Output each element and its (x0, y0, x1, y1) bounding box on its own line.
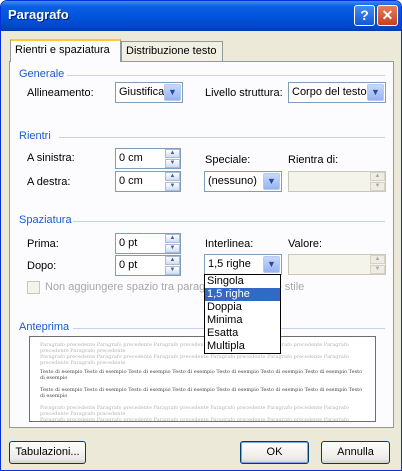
preview-previous-line: Paragrafo precedente Paragrafo precedent… (40, 354, 349, 366)
line-at-input[interactable]: ▲ ▼ (288, 254, 386, 275)
space-before-label: Prima: (27, 238, 59, 250)
section-indents-title: Rientri (19, 130, 51, 142)
section-divider (59, 137, 385, 138)
alignment-label: Allineamento: (27, 87, 94, 99)
spin-down-icon[interactable]: ▼ (370, 265, 385, 274)
space-before-spinner[interactable]: ▲ ▼ (165, 234, 180, 253)
line-at-spinner[interactable]: ▲ ▼ (370, 255, 385, 274)
line-spacing-options: Singola 1,5 righe Doppia Minima Esatta M… (204, 274, 281, 354)
line-spacing-select[interactable]: 1,5 righe ▼ (204, 254, 282, 275)
close-button[interactable]: ✕ (377, 5, 398, 26)
left-indent-label: A sinistra: (27, 152, 75, 164)
tabs-button[interactable]: Tabulazioni... (9, 441, 86, 464)
option-doppia[interactable]: Doppia (205, 301, 280, 314)
indent-by-input[interactable]: ▲ ▼ (288, 171, 386, 192)
right-indent-value: 0 cm (119, 175, 143, 187)
section-general-title: Generale (19, 68, 65, 80)
option-1-5-righe[interactable]: 1,5 righe (205, 288, 280, 301)
spin-up-icon[interactable]: ▲ (165, 256, 180, 265)
chevron-down-icon[interactable]: ▼ (263, 173, 280, 190)
line-spacing-value: 1,5 righe (208, 258, 251, 270)
paragraph-dialog: Paragrafo ? ✕ Rientri e spaziatura Distr… (0, 0, 402, 471)
spin-down-icon[interactable]: ▼ (165, 159, 180, 168)
outline-level-label: Livello struttura: (205, 87, 283, 99)
option-singola[interactable]: Singola (205, 275, 280, 288)
space-after-value: 0 pt (119, 259, 138, 271)
spin-up-icon[interactable]: ▲ (370, 172, 385, 181)
help-button[interactable]: ? (354, 5, 375, 26)
spin-up-icon[interactable]: ▲ (370, 255, 385, 264)
right-indent-label: A destra: (27, 176, 71, 188)
no-space-checkbox[interactable] (27, 281, 40, 294)
special-select[interactable]: (nessuno) ▼ (204, 171, 282, 192)
spin-down-icon[interactable]: ▼ (165, 244, 180, 253)
preview-following-line: Paragrafo precedente Paragrafo precedent… (40, 417, 349, 422)
spin-down-icon[interactable]: ▼ (165, 182, 180, 191)
chevron-down-icon[interactable]: ▼ (263, 256, 280, 273)
line-at-label: Valore: (288, 238, 323, 250)
preview-box: Paragrafo precedente Paragrafo precedent… (29, 336, 376, 422)
line-spacing-label: Interlinea: (205, 238, 254, 250)
tab-line-page-breaks[interactable]: Distribuzione testo (121, 41, 223, 62)
special-value: (nessuno) (208, 175, 257, 187)
section-divider (73, 221, 385, 222)
section-divider (67, 75, 385, 76)
alignment-select[interactable]: Giustificato ▼ (115, 82, 183, 103)
left-indent-input[interactable]: 0 cm ▲ ▼ (115, 148, 181, 169)
space-after-spinner[interactable]: ▲ ▼ (165, 256, 180, 275)
ok-button[interactable]: OK (240, 441, 309, 464)
preview-sample-line: Testo di esempio Testo di esempio Testo … (40, 369, 363, 381)
dialog-title: Paragrafo (8, 7, 69, 22)
tab-indents-spacing[interactable]: Rientri e spaziatura (10, 39, 121, 62)
chevron-down-icon[interactable]: ▼ (164, 84, 181, 101)
space-after-label: Dopo: (27, 260, 57, 272)
section-preview-title: Anteprima (19, 321, 70, 333)
chevron-down-icon[interactable]: ▼ (367, 84, 384, 101)
preview-previous-line: Paragrafo precedente Paragrafo precedent… (40, 342, 349, 354)
option-esatta[interactable]: Esatta (205, 327, 280, 340)
space-before-input[interactable]: 0 pt ▲ ▼ (115, 233, 181, 254)
spin-up-icon[interactable]: ▲ (165, 172, 180, 181)
space-before-value: 0 pt (119, 237, 138, 249)
title-bar[interactable]: Paragrafo ? ✕ (1, 1, 401, 31)
special-label: Speciale: (205, 154, 251, 166)
preview-sample-line: Testo di esempio Testo di esempio Testo … (40, 387, 363, 399)
spin-up-icon[interactable]: ▲ (165, 149, 180, 158)
option-minima[interactable]: Minima (205, 314, 280, 327)
preview-following-line: Paragrafo precedente Paragrafo precedent… (40, 405, 349, 417)
section-spacing-title: Spaziatura (19, 214, 72, 226)
space-after-input[interactable]: 0 pt ▲ ▼ (115, 255, 181, 276)
cancel-button[interactable]: Annulla (321, 441, 390, 464)
outline-level-select[interactable]: Corpo del testo ▼ (288, 82, 386, 103)
right-indent-input[interactable]: 0 cm ▲ ▼ (115, 171, 181, 192)
right-indent-spinner[interactable]: ▲ ▼ (165, 172, 180, 191)
left-indent-value: 0 cm (119, 152, 143, 164)
outline-level-value: Corpo del testo (292, 86, 367, 98)
spin-down-icon[interactable]: ▼ (370, 182, 385, 191)
option-multipla[interactable]: Multipla (205, 340, 280, 353)
indent-by-spinner[interactable]: ▲ ▼ (370, 172, 385, 191)
spin-up-icon[interactable]: ▲ (165, 234, 180, 243)
spin-down-icon[interactable]: ▼ (165, 266, 180, 275)
indent-by-label: Rientra di: (288, 154, 339, 166)
left-indent-spinner[interactable]: ▲ ▼ (165, 149, 180, 168)
